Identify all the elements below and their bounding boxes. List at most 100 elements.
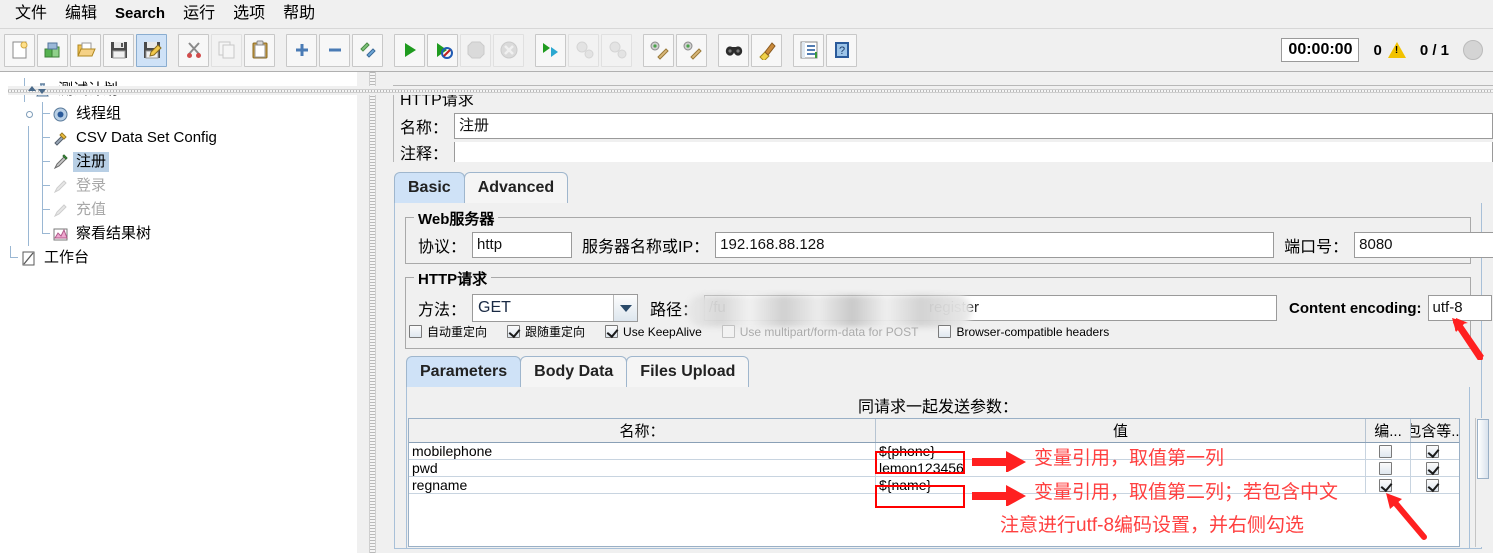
tree-node-csv-data-set-config[interactable]: CSV Data Set Config bbox=[4, 126, 356, 150]
checkbox-box[interactable] bbox=[409, 325, 422, 338]
tab-basic[interactable]: Basic bbox=[394, 172, 465, 203]
checkbox-follow-redirect[interactable]: 跟随重定向 bbox=[507, 323, 585, 340]
tree-node-thread-group[interactable]: 线程组 bbox=[4, 102, 356, 126]
menu-item-run[interactable]: 运行 bbox=[174, 2, 224, 26]
save-as-icon[interactable] bbox=[136, 33, 167, 67]
cell-name[interactable]: mobilephone bbox=[409, 443, 876, 459]
cell-include-equals[interactable] bbox=[1411, 460, 1459, 476]
new-icon[interactable] bbox=[4, 33, 35, 67]
checkbox-browser-compatible-headers[interactable]: Browser-compatible headers bbox=[938, 325, 1109, 339]
cell-include-equals[interactable] bbox=[1411, 443, 1459, 459]
server-name-or-ip-input[interactable]: 192.168.88.128 bbox=[715, 232, 1275, 258]
tab-parameters[interactable]: Parameters bbox=[406, 356, 522, 387]
column-header-encode[interactable]: 编... bbox=[1366, 419, 1411, 442]
checkbox-auto-redirect[interactable]: 自动重定向 bbox=[409, 323, 487, 340]
tree-node-workbench[interactable]: 工作台 bbox=[4, 246, 356, 270]
paste-icon[interactable] bbox=[244, 33, 275, 67]
search-reset-icon[interactable] bbox=[751, 33, 782, 67]
toggle-icon[interactable] bbox=[352, 33, 383, 67]
warning-triangle-icon bbox=[1387, 42, 1406, 58]
highlight-box-phone-variable bbox=[875, 451, 965, 474]
expand-handle-thread-group[interactable] bbox=[22, 110, 36, 118]
comment-input[interactable] bbox=[454, 142, 1493, 162]
vertical-split-divider[interactable] bbox=[356, 72, 382, 553]
server-label: 服务器名称或IP： bbox=[582, 239, 710, 256]
cell-encode[interactable] bbox=[1366, 477, 1411, 493]
parameters-table-scrollbar[interactable] bbox=[1475, 418, 1490, 547]
checkbox-box[interactable] bbox=[1426, 461, 1439, 475]
name-label: 名称： bbox=[400, 120, 449, 137]
main-tab-bar: Basic Advanced bbox=[394, 172, 569, 203]
checkbox-box[interactable] bbox=[1379, 461, 1392, 475]
collapse-all-icon[interactable] bbox=[319, 33, 350, 67]
cell-name[interactable]: pwd bbox=[409, 460, 876, 476]
open-icon[interactable] bbox=[70, 33, 101, 67]
tree-node-label: 察看结果树 bbox=[76, 225, 152, 242]
tree-node-recharge-sampler[interactable]: 充值 bbox=[4, 198, 356, 222]
templates-icon[interactable] bbox=[37, 33, 68, 67]
search-icon[interactable] bbox=[718, 33, 749, 67]
help-icon[interactable]: ? bbox=[826, 33, 857, 67]
menu-item-search[interactable]: Search bbox=[106, 2, 174, 26]
annotation-name-variable-line2: 注意进行utf-8编码设置，并右侧勾选 bbox=[1000, 515, 1305, 536]
column-header-value[interactable]: 值 bbox=[876, 419, 1366, 442]
menu-item-file[interactable]: 文件 bbox=[6, 2, 56, 26]
column-header-include-equals[interactable]: 包含等... bbox=[1411, 419, 1459, 442]
chevron-down-icon[interactable] bbox=[38, 89, 46, 94]
chevron-up-icon[interactable] bbox=[28, 86, 36, 91]
start-icon[interactable] bbox=[394, 33, 425, 67]
menu-item-edit[interactable]: 编辑 bbox=[56, 2, 106, 26]
menu-item-options[interactable]: 选项 bbox=[224, 2, 274, 26]
tree-node-register-sampler[interactable]: 注册 bbox=[4, 150, 356, 174]
tab-files-upload[interactable]: Files Upload bbox=[626, 356, 750, 387]
tree-node-view-results-tree[interactable]: 察看结果树 bbox=[4, 222, 356, 246]
tree-node-login-sampler[interactable]: 登录 bbox=[4, 174, 356, 198]
checkbox-label: 自动重定向 bbox=[427, 325, 488, 339]
checkbox-box[interactable] bbox=[1426, 478, 1439, 492]
tree-line bbox=[22, 174, 36, 198]
http-request-options: 自动重定向 跟随重定向 Use KeepAlive Use multipart/… bbox=[409, 323, 1129, 340]
expand-all-icon[interactable] bbox=[286, 33, 317, 67]
thread-group-icon bbox=[50, 105, 70, 123]
cell-include-equals[interactable] bbox=[1411, 477, 1459, 493]
tab-advanced[interactable]: Advanced bbox=[463, 172, 569, 203]
checkbox-box[interactable] bbox=[1426, 444, 1439, 458]
checkbox-label: Use KeepAlive bbox=[623, 324, 702, 339]
horizontal-split-divider[interactable] bbox=[8, 86, 1493, 95]
test-plan-tree: 测试计划 线程组 CSV Data Set Config bbox=[0, 72, 356, 270]
start-remote-icon[interactable] bbox=[535, 33, 566, 67]
checkbox-box[interactable] bbox=[1379, 444, 1392, 458]
hsplit-collapse-arrows[interactable] bbox=[28, 86, 46, 94]
start-no-pause-icon[interactable] bbox=[427, 33, 458, 67]
cut-icon[interactable] bbox=[178, 33, 209, 67]
protocol-input[interactable]: http bbox=[472, 232, 573, 258]
test-plan-tree-panel[interactable]: 测试计划 线程组 CSV Data Set Config bbox=[0, 72, 356, 553]
tree-line bbox=[22, 198, 36, 222]
save-icon[interactable] bbox=[103, 33, 134, 67]
function-helper-icon[interactable] bbox=[793, 33, 824, 67]
name-input[interactable]: 注册 bbox=[454, 113, 1493, 139]
port-input[interactable]: 8080 bbox=[1354, 232, 1493, 258]
cell-encode[interactable] bbox=[1366, 460, 1411, 476]
warning-indicator[interactable]: 0 bbox=[1373, 42, 1406, 59]
checkbox-box[interactable] bbox=[507, 325, 521, 338]
column-header-name[interactable]: 名称： bbox=[409, 419, 876, 442]
table-header-row: 名称： 值 编... 包含等... bbox=[409, 419, 1459, 443]
menu-item-help[interactable]: 帮助 bbox=[274, 2, 324, 26]
hsplit-grip[interactable] bbox=[8, 89, 1493, 93]
checkbox-box[interactable] bbox=[1379, 478, 1392, 492]
cell-name[interactable]: regname bbox=[409, 477, 876, 493]
tab-body-data[interactable]: Body Data bbox=[520, 356, 628, 387]
checkbox-use-keepalive[interactable]: Use KeepAlive bbox=[605, 325, 702, 339]
checkbox-box[interactable] bbox=[938, 325, 952, 338]
scrollbar-thumb[interactable] bbox=[1477, 419, 1489, 479]
clear-all-icon[interactable] bbox=[676, 33, 707, 67]
checkbox-box[interactable] bbox=[605, 325, 619, 338]
cell-encode[interactable] bbox=[1366, 443, 1411, 459]
stop-remote-icon bbox=[568, 33, 599, 67]
method-select[interactable]: GET bbox=[472, 294, 639, 322]
chevron-down-icon[interactable] bbox=[613, 295, 638, 321]
web-server-fields: 协议： http 服务器名称或IP： 192.168.88.128 端口号： 8… bbox=[412, 232, 1493, 258]
clear-icon[interactable] bbox=[643, 33, 674, 67]
split-grip[interactable] bbox=[369, 72, 376, 553]
